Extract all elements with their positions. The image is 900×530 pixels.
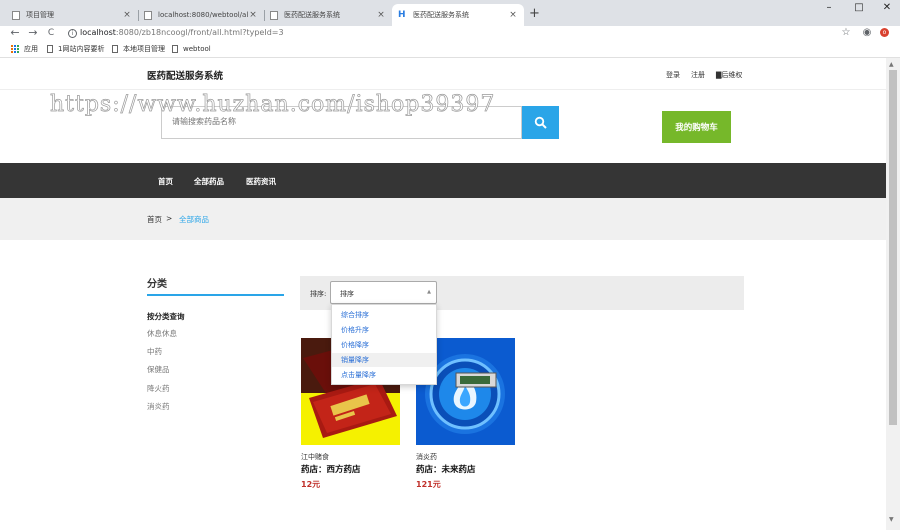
bookmark-label: 本地项目管理 [123, 45, 165, 53]
bookmark-label: webtool [183, 45, 211, 53]
product-name[interactable]: 消炎药 [416, 452, 437, 462]
scroll-thumb[interactable] [889, 70, 897, 425]
page-scrollbar[interactable]: ▲ ▼ [886, 58, 900, 530]
category-item[interactable]: 降火药 [147, 383, 170, 394]
category-underline [147, 294, 284, 296]
tab-title: 医药配送服务系统 [413, 11, 469, 19]
product-store: 药店：未来药店 [416, 465, 476, 475]
category-item[interactable]: 保健品 [147, 364, 170, 375]
page-viewport: 医药配送服务系统 登录 注册 ▇后维权 我的购物车 https://www.hu… [0, 58, 886, 530]
browser-tab-1[interactable]: 项目管理 × [6, 4, 138, 26]
bookmark-item[interactable]: 本地项目管理 [112, 44, 165, 54]
breadcrumb: 首页 > 全部商品 [0, 198, 886, 240]
reload-icon[interactable]: C [45, 27, 57, 39]
browser-tab-2[interactable]: localhost:8080/webtool/all/in × [138, 4, 264, 26]
page-icon [172, 45, 178, 53]
site-favicon-icon: H [398, 9, 407, 20]
sort-option[interactable]: 价格升序 [332, 323, 436, 337]
sort-dropdown-list: 综合排序 价格升序 价格降序 销量降序 点击量降序 [331, 304, 437, 385]
tab-title: 医药配送服务系统 [284, 11, 340, 19]
bookmark-label: 1网站内容要析 [58, 45, 105, 53]
tab-title: 项目管理 [26, 11, 54, 19]
browser-tab-3[interactable]: 医药配送服务系统 × [264, 4, 392, 26]
header-divider [0, 89, 886, 90]
nav-all-medicines[interactable]: 全部药品 [194, 176, 224, 187]
backend-link[interactable]: ▇后维权 [716, 70, 742, 80]
bookmarks-bar: 应用 1网站内容要析 本地项目管理 webtool [0, 42, 900, 58]
page-icon [112, 45, 118, 53]
search-box [161, 106, 522, 139]
minimize-icon[interactable]: – [822, 2, 836, 13]
tab-title: localhost:8080/webtool/all/in [158, 11, 248, 19]
search-button[interactable] [522, 106, 559, 139]
main-nav: 首页 全部药品 医药资讯 [0, 163, 886, 198]
close-tab-icon[interactable]: × [508, 10, 518, 20]
back-icon[interactable]: ← [9, 27, 21, 39]
sort-selected-value: 排序 [340, 290, 354, 298]
product-name[interactable]: 江中赌食 [301, 452, 329, 462]
close-tab-icon[interactable]: × [376, 10, 386, 20]
address-bar[interactable]: localhost:8080/zb18ncoogl/front/all.html… [80, 27, 284, 39]
page-icon [144, 10, 152, 20]
browser-tab-bar: 项目管理 × localhost:8080/webtool/all/in × 医… [0, 0, 900, 26]
product-price: 121元 [416, 480, 441, 489]
login-link[interactable]: 登录 [666, 70, 680, 80]
url-path: :8080/zb18ncoogl/front/all.html?typeId=3 [115, 28, 284, 37]
apps-grid-icon [11, 45, 19, 53]
chevron-down-icon: ▲ [427, 289, 431, 295]
close-window-icon[interactable]: ✕ [880, 2, 894, 13]
forward-icon[interactable]: → [27, 27, 39, 39]
sort-option[interactable]: 点击量降序 [332, 368, 436, 382]
register-link[interactable]: 注册 [691, 70, 705, 80]
sort-option[interactable]: 价格降序 [332, 338, 436, 352]
bookmark-label: 应用 [24, 45, 38, 53]
breadcrumb-current: 全部商品 [179, 215, 209, 224]
product-store: 药店：西方药店 [301, 465, 361, 475]
page-icon [47, 45, 53, 53]
product-price: 12元 [301, 480, 321, 489]
site-title[interactable]: 医药配送服务系统 [147, 68, 223, 82]
maximize-icon[interactable]: □ [852, 2, 866, 13]
nav-home[interactable]: 首页 [158, 176, 173, 187]
sort-option-hovered[interactable]: 销量降序 [332, 353, 436, 367]
site-info-icon[interactable]: i [68, 29, 77, 38]
category-item[interactable]: 消炎药 [147, 401, 170, 412]
bookmark-item[interactable]: 1网站内容要析 [47, 44, 104, 54]
breadcrumb-separator: > [166, 214, 173, 223]
page-icon [12, 10, 20, 20]
category-title: 分类 [147, 279, 167, 290]
sort-label: 排序: [310, 290, 327, 298]
search-icon [534, 116, 547, 129]
extension-icon[interactable]: o [880, 28, 889, 37]
search-input[interactable] [172, 117, 502, 126]
category-item[interactable]: 中药 [147, 346, 162, 357]
sort-select[interactable]: 排序 ▲ [330, 281, 437, 304]
sort-option[interactable]: 综合排序 [332, 308, 436, 322]
category-item[interactable]: 休息休息 [147, 328, 177, 339]
account-icon[interactable]: ◉ [861, 27, 873, 39]
category-head: 按分类查询 [147, 312, 185, 321]
close-tab-icon[interactable]: × [122, 10, 132, 20]
close-tab-icon[interactable]: × [248, 10, 258, 20]
scroll-down-icon[interactable]: ▼ [889, 516, 894, 523]
browser-tab-active[interactable]: H 医药配送服务系统 × [392, 4, 524, 26]
bookmark-apps[interactable]: 应用 [11, 44, 38, 54]
url-host: localhost [80, 28, 116, 37]
bookmark-star-icon[interactable]: ☆ [840, 27, 852, 39]
nav-medical-news[interactable]: 医药资讯 [246, 176, 276, 187]
new-tab-button[interactable]: + [529, 6, 540, 21]
scroll-up-icon[interactable]: ▲ [889, 61, 894, 68]
page-icon [270, 10, 278, 20]
breadcrumb-home[interactable]: 首页 [147, 214, 162, 225]
cart-button[interactable]: 我的购物车 [662, 111, 731, 143]
bookmark-item[interactable]: webtool [172, 44, 211, 54]
browser-toolbar: ← → C i localhost:8080/zb18ncoogl/front/… [0, 26, 900, 42]
